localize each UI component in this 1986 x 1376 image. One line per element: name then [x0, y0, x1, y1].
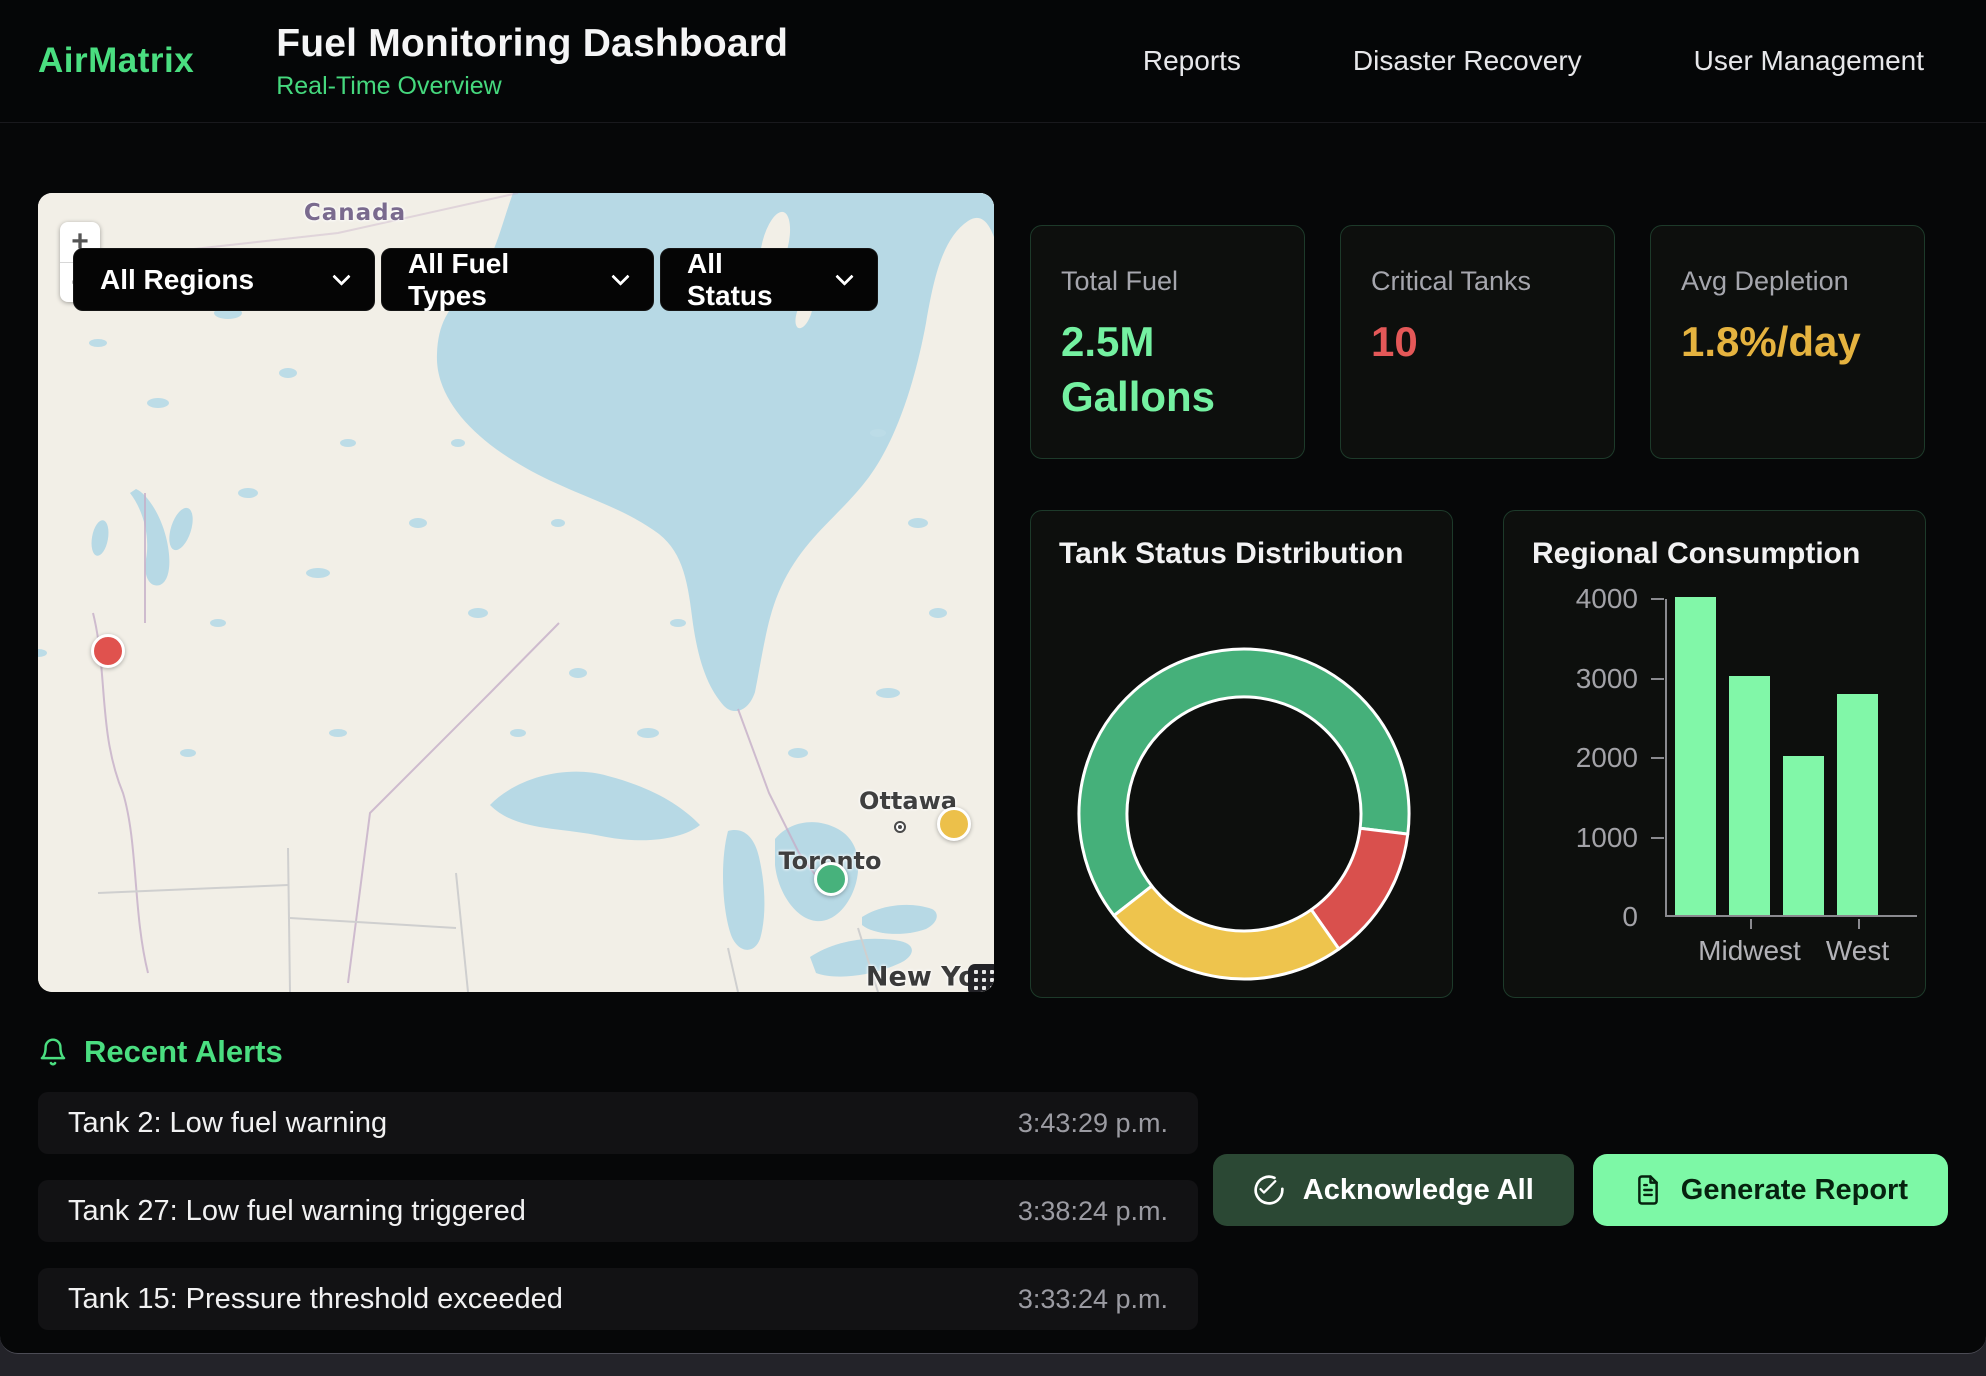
status-filter-value: All Status [687, 248, 814, 312]
tank-map[interactable]: + − All Regions All Fuel Types All Statu… [38, 193, 994, 992]
page-title: Fuel Monitoring Dashboard [276, 22, 788, 66]
document-icon [1633, 1174, 1663, 1206]
regional-consumption-chart: 40003000200010000 MidwestWest [1504, 585, 1925, 998]
donut-chart-title: Tank Status Distribution [1059, 537, 1452, 571]
alerts-header: Recent Alerts [38, 1034, 1948, 1070]
alert-row[interactable]: Tank 15: Pressure threshold exceeded 3:3… [38, 1268, 1198, 1330]
stat-label: Total Fuel [1061, 266, 1274, 297]
fuel-type-filter-value: All Fuel Types [408, 248, 590, 312]
stat-card-avg-depletion: Avg Depletion 1.8%/day [1650, 225, 1925, 459]
alert-list: Tank 2: Low fuel warning 3:43:29 p.m. Ta… [38, 1092, 1198, 1354]
alert-time: 3:33:24 p.m. [1018, 1284, 1168, 1315]
town-marker-icon [894, 821, 906, 833]
bar-chart-y-axis: 40003000200010000 [1504, 599, 1664, 917]
alert-actions: Acknowledge All Generate Report [1198, 1154, 1948, 1354]
stat-card-critical-tanks: Critical Tanks 10 [1340, 225, 1615, 459]
recent-alerts-section: Recent Alerts Tank 2: Low fuel warning 3… [0, 998, 1986, 1354]
tank-marker-critical[interactable] [91, 634, 125, 668]
alert-row[interactable]: Tank 2: Low fuel warning 3:43:29 p.m. [38, 1092, 1198, 1154]
main-content: + − All Regions All Fuel Types All Statu… [0, 123, 1986, 998]
page-subtitle: Real-Time Overview [276, 72, 788, 101]
alert-text: Tank 27: Low fuel warning triggered [68, 1195, 526, 1228]
check-circle-icon [1253, 1174, 1285, 1206]
y-tick-label: 2000 [1576, 742, 1638, 774]
chevron-down-icon [332, 267, 350, 285]
bar-chart-title: Regional Consumption [1532, 537, 1925, 571]
y-tick-mark [1651, 757, 1664, 759]
alert-text: Tank 15: Pressure threshold exceeded [68, 1283, 563, 1316]
y-tick-label: 0 [1622, 901, 1638, 933]
alert-time: 3:43:29 p.m. [1018, 1108, 1168, 1139]
generate-report-label: Generate Report [1681, 1174, 1908, 1207]
stat-label: Critical Tanks [1371, 266, 1584, 297]
stat-card-total-fuel: Total Fuel 2.5M Gallons [1030, 225, 1305, 459]
charts-row: Tank Status Distribution Regional Consum… [1030, 510, 1926, 998]
map-resize-handle[interactable] [968, 964, 994, 992]
tank-status-donut [1031, 571, 1452, 994]
nav-item-disaster-recovery[interactable]: Disaster Recovery [1353, 45, 1582, 77]
status-filter-dropdown[interactable]: All Status [660, 248, 878, 311]
y-tick-label: 3000 [1576, 663, 1638, 695]
bar-col-3 [1783, 756, 1824, 915]
stat-label: Avg Depletion [1681, 266, 1894, 297]
header: AirMatrix Fuel Monitoring Dashboard Real… [0, 0, 1986, 123]
chevron-down-icon [835, 267, 853, 285]
main-nav: Reports Disaster Recovery User Managemen… [1143, 45, 1924, 77]
acknowledge-all-button[interactable]: Acknowledge All [1213, 1154, 1574, 1226]
generate-report-button[interactable]: Generate Report [1593, 1154, 1948, 1226]
tank-status-card: Tank Status Distribution [1030, 510, 1453, 998]
nav-item-reports[interactable]: Reports [1143, 45, 1241, 77]
right-panel: Total Fuel 2.5M Gallons Critical Tanks 1… [994, 193, 1926, 998]
map-label-canada: Canada [304, 200, 406, 226]
bell-icon [38, 1036, 68, 1068]
acknowledge-all-label: Acknowledge All [1303, 1174, 1534, 1207]
y-tick-mark [1651, 598, 1664, 600]
alerts-body: Tank 2: Low fuel warning 3:43:29 p.m. Ta… [38, 1092, 1948, 1354]
regional-consumption-card: Regional Consumption 4000 3000 2000 1000 0 M… [1503, 510, 1926, 998]
bar-col-1 [1675, 597, 1716, 915]
bar-midwest [1729, 676, 1770, 915]
y-tick-label: 4000 [1576, 583, 1638, 615]
map-filters: All Regions All Fuel Types All Status [73, 248, 878, 311]
x-tick-label: West [1826, 935, 1889, 967]
tank-marker-normal[interactable] [814, 862, 848, 896]
y-tick-label: 1000 [1576, 822, 1638, 854]
stats-row: Total Fuel 2.5M Gallons Critical Tanks 1… [1030, 225, 1926, 459]
nav-item-user-management[interactable]: User Management [1694, 45, 1924, 77]
stat-value-total-fuel: 2.5M Gallons [1061, 315, 1274, 424]
bar-chart-plot: MidwestWest [1665, 599, 1917, 917]
x-tick-mark [1750, 919, 1752, 929]
stat-value-critical-tanks: 10 [1371, 315, 1584, 370]
x-tick-mark [1858, 919, 1860, 929]
title-block: Fuel Monitoring Dashboard Real-Time Over… [276, 22, 788, 101]
bar-west [1837, 694, 1878, 915]
y-tick-mark [1651, 678, 1664, 680]
stat-value-avg-depletion: 1.8%/day [1681, 315, 1894, 370]
x-tick-label: Midwest [1698, 935, 1801, 967]
donut-segment-warning [1114, 886, 1339, 979]
region-filter-value: All Regions [100, 264, 254, 296]
region-filter-dropdown[interactable]: All Regions [73, 248, 375, 311]
alert-text: Tank 2: Low fuel warning [68, 1107, 387, 1140]
chevron-down-icon [611, 267, 629, 285]
tank-marker-warning[interactable] [937, 807, 971, 841]
y-tick-mark [1651, 837, 1664, 839]
alerts-title: Recent Alerts [84, 1034, 283, 1070]
brand-logo[interactable]: AirMatrix [38, 41, 194, 81]
alert-time: 3:38:24 p.m. [1018, 1196, 1168, 1227]
alert-row[interactable]: Tank 27: Low fuel warning triggered 3:38… [38, 1180, 1198, 1242]
fuel-type-filter-dropdown[interactable]: All Fuel Types [381, 248, 654, 311]
app-window: AirMatrix Fuel Monitoring Dashboard Real… [0, 0, 1986, 1354]
